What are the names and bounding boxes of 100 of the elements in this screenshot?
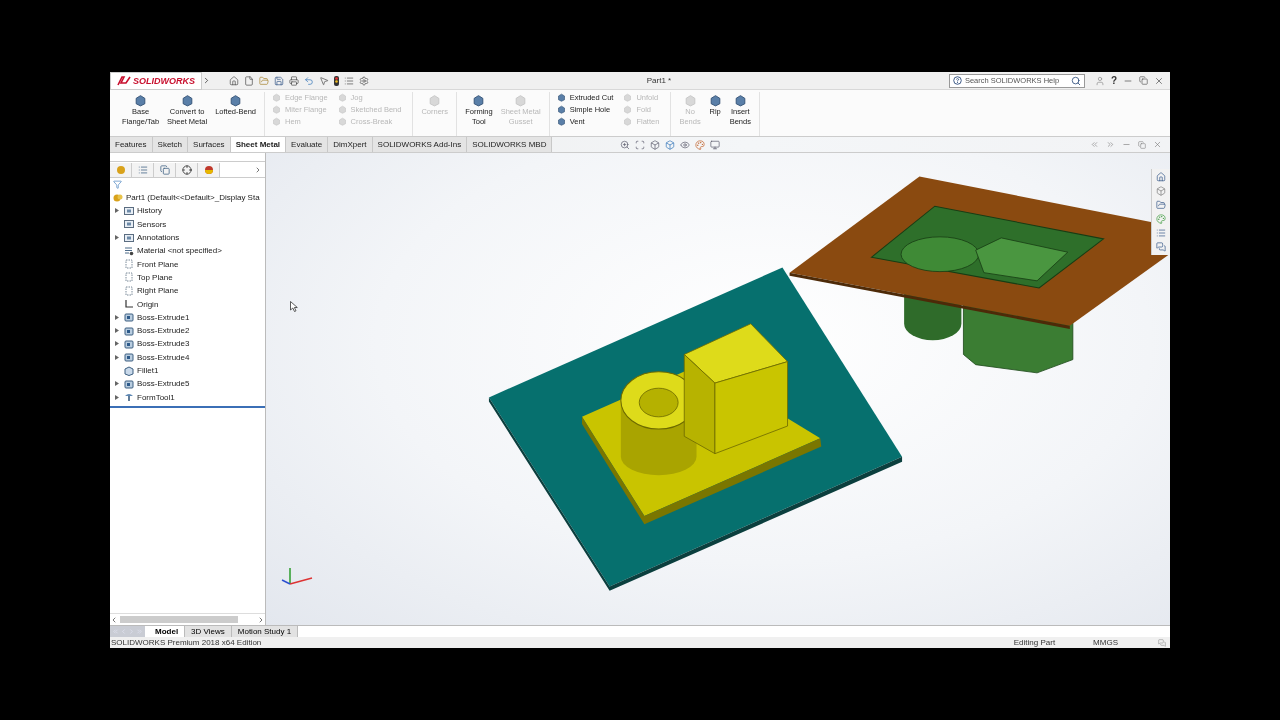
display-icon[interactable] bbox=[710, 139, 721, 150]
expand-arrow-icon[interactable] bbox=[115, 394, 119, 400]
ribbon-tab[interactable]: Evaluate bbox=[286, 137, 329, 152]
traffic-light-icon[interactable] bbox=[334, 75, 339, 86]
new-document-icon[interactable] bbox=[244, 75, 254, 86]
settings-icon[interactable] bbox=[359, 75, 369, 86]
pointer-icon[interactable] bbox=[319, 75, 329, 86]
zoom-area-icon[interactable] bbox=[635, 139, 646, 150]
restore-icon[interactable] bbox=[1139, 76, 1148, 85]
tree-item[interactable]: Right Plane bbox=[137, 286, 179, 296]
save-icon[interactable] bbox=[274, 75, 284, 86]
search-icon[interactable] bbox=[1070, 75, 1081, 86]
tool-icon bbox=[229, 94, 243, 107]
tree-item[interactable]: Boss-Extrude1 bbox=[137, 312, 190, 322]
tree-item[interactable]: Annotations bbox=[137, 233, 180, 243]
expand-arrow-icon[interactable] bbox=[115, 314, 119, 320]
crosshair-icon bbox=[181, 164, 192, 175]
visibility-icon[interactable] bbox=[680, 139, 691, 150]
ribbon-tab[interactable]: Features bbox=[110, 137, 153, 152]
folder-icon bbox=[124, 205, 134, 216]
expand-arrow-icon[interactable] bbox=[115, 341, 119, 347]
tree-item[interactable]: History bbox=[137, 206, 162, 216]
appearances-icon[interactable] bbox=[1156, 214, 1166, 224]
tree-item[interactable]: Boss-Extrude2 bbox=[137, 326, 190, 336]
home-icon[interactable] bbox=[1156, 172, 1166, 182]
folder-icon bbox=[124, 219, 134, 230]
tree-item[interactable]: Origin bbox=[137, 299, 159, 309]
status-text: MMGS bbox=[1093, 638, 1118, 647]
expand-icon[interactable] bbox=[1106, 140, 1115, 149]
plane-icon bbox=[124, 272, 134, 283]
material-icon bbox=[124, 245, 134, 256]
window-title: Part1 * bbox=[645, 76, 673, 85]
app-logo[interactable]: SOLIDWORKS bbox=[110, 72, 202, 90]
part-icon bbox=[115, 164, 126, 175]
scroll-left-icon[interactable] bbox=[110, 615, 118, 624]
chat-icon[interactable] bbox=[1158, 638, 1166, 647]
tree-item[interactable]: Boss-Extrude3 bbox=[137, 339, 190, 349]
tree-item[interactable]: Top Plane bbox=[137, 272, 173, 282]
configuration-manager-tab[interactable] bbox=[154, 162, 176, 177]
feature-manager-tab[interactable] bbox=[110, 162, 132, 177]
ribbon-tab[interactable]: SOLIDWORKS MBD bbox=[467, 137, 553, 152]
list-icon[interactable] bbox=[344, 75, 354, 86]
expand-arrow-icon[interactable] bbox=[115, 208, 119, 214]
fillet-icon bbox=[124, 365, 134, 376]
dimxpert-manager-tab[interactable] bbox=[176, 162, 198, 177]
tool-icon bbox=[134, 94, 148, 107]
tree-item[interactable]: Front Plane bbox=[137, 259, 179, 269]
feature-icon bbox=[124, 312, 134, 323]
tree-item[interactable]: Material <not specified> bbox=[137, 246, 222, 256]
close-icon[interactable] bbox=[1154, 75, 1164, 86]
ribbon-tab[interactable]: DimXpert bbox=[328, 137, 373, 152]
collapse-icon[interactable] bbox=[1090, 140, 1099, 149]
tree-item[interactable]: Part1 (Default<<Default>_Display Sta bbox=[126, 193, 260, 203]
ribbon-tab[interactable]: Sketch bbox=[152, 137, 189, 152]
tree-item[interactable]: FormTool1 bbox=[137, 392, 175, 402]
scrollbar-thumb[interactable] bbox=[120, 616, 238, 623]
expand-arrow-icon[interactable] bbox=[115, 235, 119, 241]
property-manager-tab[interactable] bbox=[132, 162, 154, 177]
user-icon[interactable] bbox=[1094, 75, 1105, 86]
display-manager-tab[interactable] bbox=[198, 162, 220, 177]
rollback-bar[interactable] bbox=[110, 405, 265, 408]
restore-icon[interactable] bbox=[1138, 140, 1146, 149]
open-folder-icon[interactable] bbox=[259, 75, 269, 86]
status-text: SOLIDWORKS Premium 2018 x64 Edition bbox=[111, 638, 262, 647]
tool-icon bbox=[733, 94, 747, 107]
zoom-icon[interactable] bbox=[620, 139, 631, 150]
status-text: Editing Part bbox=[1013, 638, 1056, 647]
tool-icon bbox=[180, 94, 194, 107]
filter-icon[interactable] bbox=[113, 180, 122, 189]
help-menu[interactable]: ? bbox=[1110, 75, 1117, 86]
folder-icon[interactable] bbox=[1156, 200, 1166, 210]
close-icon[interactable] bbox=[1153, 140, 1162, 149]
tree-item[interactable]: Boss-Extrude4 bbox=[137, 352, 190, 362]
expand-arrow-icon[interactable] bbox=[115, 381, 119, 387]
tree-item[interactable]: Fillet1 bbox=[137, 366, 159, 375]
scroll-right-icon[interactable] bbox=[257, 615, 265, 624]
tool-icon bbox=[708, 94, 722, 107]
help-icon bbox=[952, 76, 962, 85]
appearance-icon[interactable] bbox=[695, 139, 706, 150]
expand-arrow-icon[interactable] bbox=[115, 354, 119, 360]
expand-arrow-icon[interactable] bbox=[115, 328, 119, 334]
print-icon[interactable] bbox=[289, 75, 299, 86]
forum-icon[interactable] bbox=[1156, 242, 1166, 252]
copy-icon bbox=[159, 164, 170, 175]
properties-icon[interactable] bbox=[1156, 228, 1166, 238]
tool-icon bbox=[683, 94, 697, 107]
plane-icon bbox=[124, 285, 134, 296]
ribbon-tab[interactable]: Sheet Metal bbox=[230, 137, 287, 152]
tool-icon bbox=[428, 94, 442, 107]
ribbon-tab[interactable]: SOLIDWORKS Add-Ins bbox=[372, 137, 468, 152]
home-icon[interactable] bbox=[229, 75, 239, 86]
ribbon-tab[interactable]: Surfaces bbox=[188, 137, 231, 152]
undo-icon[interactable] bbox=[304, 75, 314, 86]
tree-item[interactable]: Sensors bbox=[137, 219, 167, 229]
tree-item[interactable]: Boss-Extrude5 bbox=[137, 379, 190, 389]
folder-icon bbox=[124, 232, 134, 243]
tool-icon bbox=[472, 94, 486, 107]
feature-icon bbox=[124, 352, 134, 363]
list-icon bbox=[137, 164, 148, 175]
origin-icon bbox=[124, 299, 134, 309]
